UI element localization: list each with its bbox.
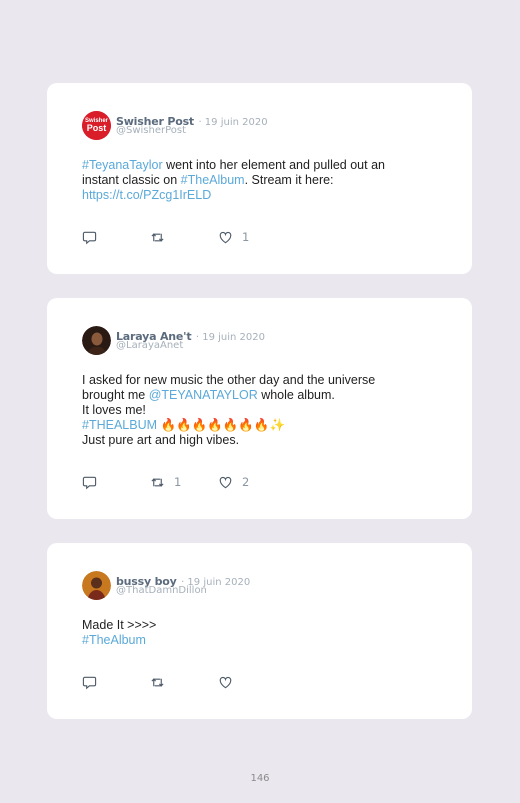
tweet-text-segment: . Stream it here: (244, 173, 334, 187)
heart-icon (218, 475, 233, 490)
avatar[interactable] (82, 571, 111, 600)
tweet-line: #THEALBUM 🔥🔥🔥🔥🔥🔥🔥✨ (82, 418, 375, 433)
tweet-text-segment: Made It >>>> (82, 618, 157, 632)
reply-button[interactable] (82, 475, 97, 491)
reply-icon (82, 675, 97, 690)
retweet-icon (150, 230, 165, 245)
tweet-date: · 19 juin 2020 (198, 117, 268, 128)
svg-text:Post: Post (87, 123, 107, 133)
tweet-link[interactable]: #THEALBUM (82, 418, 157, 432)
tweet-link[interactable]: @TEYANATAYLOR (149, 388, 258, 402)
avatar[interactable]: Swisher Post (82, 111, 111, 140)
tweet-card: bussy boy · 19 juin 2020 @ThatDamnDillon… (47, 543, 472, 719)
reply-icon (82, 230, 97, 245)
author-handle[interactable]: @ThatDamnDillon (116, 585, 207, 596)
tweet-line: #TeyanaTaylor went into her element and … (82, 158, 385, 173)
retweet-button[interactable] (150, 675, 165, 691)
tweet-text-segment: 🔥🔥🔥🔥🔥🔥🔥✨ (157, 418, 286, 432)
retweet-count: 1 (174, 475, 182, 489)
like-button[interactable] (218, 230, 233, 246)
tweet-card: Swisher Post Swisher Post · 19 juin 2020… (47, 83, 472, 274)
tweet-text-segment: I asked for new music the other day and … (82, 373, 376, 387)
tweet-text: #TeyanaTaylor went into her element and … (82, 158, 385, 203)
tweet-line: I asked for new music the other day and … (82, 373, 375, 388)
like-button[interactable] (218, 675, 233, 691)
tweet-line: It loves me! (82, 403, 375, 418)
tweet-text: I asked for new music the other day and … (82, 373, 375, 448)
tweet-line: Just pure art and high vibes. (82, 433, 375, 448)
like-count: 1 (242, 230, 250, 244)
retweet-button[interactable] (150, 230, 165, 246)
like-button[interactable] (218, 475, 233, 491)
tweet-card: Laraya Ane't · 19 juin 2020 @LarayaAnet … (47, 298, 472, 519)
tweet-text-segment: went into her element and pulled out an (162, 158, 385, 172)
tweet-line: https://t.co/PZcg1IrELD (82, 188, 385, 203)
tweet-actions: 1 (82, 230, 302, 246)
tweet-line: brought me @TEYANATAYLOR whole album. (82, 388, 375, 403)
retweet-icon (150, 675, 165, 690)
tweet-line: instant classic on #TheAlbum. Stream it … (82, 173, 385, 188)
avatar[interactable] (82, 326, 111, 355)
tweet-line: Made It >>>> (82, 618, 156, 633)
tweet-text-segment: instant classic on (82, 173, 181, 187)
tweet-link[interactable]: #TheAlbum (82, 633, 146, 647)
tweet-text-segment: brought me (82, 388, 149, 402)
retweet-button[interactable] (150, 475, 165, 491)
tweet-text: Made It >>>> #TheAlbum (82, 618, 156, 648)
tweet-actions: 12 (82, 475, 302, 491)
tweet-link[interactable]: #TeyanaTaylor (82, 158, 163, 172)
tweet-text-segment: whole album. (257, 388, 335, 402)
heart-icon (218, 230, 233, 245)
tweet-link[interactable]: #TheAlbum (181, 173, 245, 187)
author-handle[interactable]: @LarayaAnet (116, 340, 183, 351)
reply-button[interactable] (82, 230, 97, 246)
tweet-text-segment: It loves me! (82, 403, 146, 417)
like-count: 2 (242, 475, 250, 489)
tweet-line: #TheAlbum (82, 633, 156, 648)
page-number: 146 (250, 773, 270, 784)
reply-icon (82, 475, 97, 490)
tweet-text-segment: Just pure art and high vibes. (82, 433, 240, 447)
heart-icon (218, 675, 233, 690)
tweet-link[interactable]: https://t.co/PZcg1IrELD (82, 188, 211, 202)
reply-button[interactable] (82, 675, 97, 691)
tweet-actions (82, 675, 302, 691)
tweet-date: · 19 juin 2020 (195, 332, 265, 343)
author-handle[interactable]: @SwisherPost (116, 125, 186, 136)
retweet-icon (150, 475, 165, 490)
